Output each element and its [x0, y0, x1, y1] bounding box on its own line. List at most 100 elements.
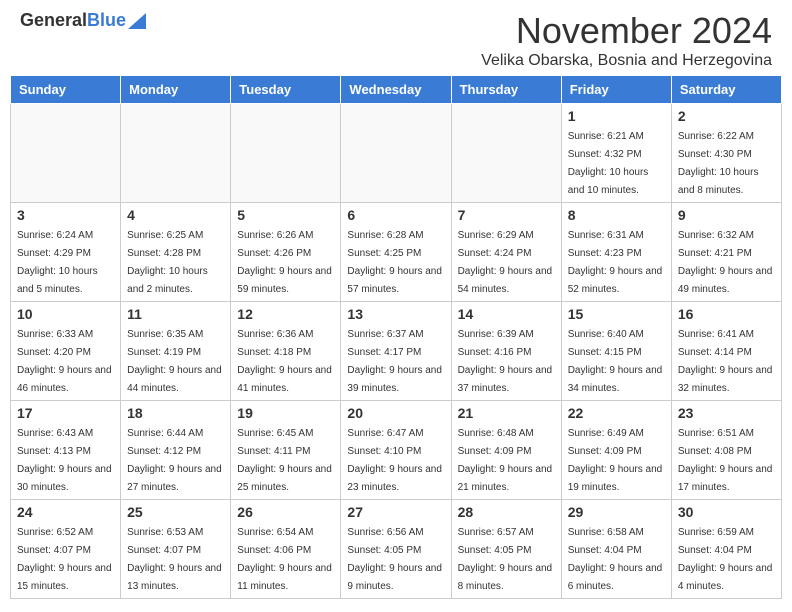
calendar-row-3: 17 Sunrise: 6:43 AM Sunset: 4:13 PM Dayli…: [11, 401, 782, 500]
day-number: 16: [678, 306, 775, 322]
col-tuesday: Tuesday: [231, 76, 341, 104]
day-number: 3: [17, 207, 114, 223]
calendar-table: Sunday Monday Tuesday Wednesday Thursday…: [10, 75, 782, 599]
calendar-cell: [231, 104, 341, 203]
calendar-cell: 5 Sunrise: 6:26 AM Sunset: 4:26 PM Daylig…: [231, 203, 341, 302]
calendar-row-2: 10Sunrise: 6:33 AM Sunset: 4:20 PM Dayli…: [11, 302, 782, 401]
logo-general-text: General: [20, 10, 87, 31]
day-number: 8: [568, 207, 665, 223]
day-number: 18: [127, 405, 224, 421]
calendar-cell: 23 Sunrise: 6:51 AM Sunset: 4:08 PM Dayli…: [671, 401, 781, 500]
day-number: 29: [568, 504, 665, 520]
calendar-cell: 13 Sunrise: 6:37 AM Sunset: 4:17 PM Dayli…: [341, 302, 451, 401]
header: General Blue November 2024 Velika Obarsk…: [0, 0, 792, 75]
calendar-wrapper: Sunday Monday Tuesday Wednesday Thursday…: [0, 75, 792, 609]
day-info: Sunrise: 6:49 AM Sunset: 4:09 PM Dayligh…: [568, 428, 663, 493]
col-monday: Monday: [121, 76, 231, 104]
day-number: 24: [17, 504, 114, 520]
day-number: 28: [458, 504, 555, 520]
day-number: 15: [568, 306, 665, 322]
day-info: Sunrise: 6:40 AM Sunset: 4:15 PM Dayligh…: [568, 329, 663, 394]
day-info: Sunrise: 6:48 AM Sunset: 4:09 PM Dayligh…: [458, 428, 553, 493]
calendar-cell: 16 Sunrise: 6:41 AM Sunset: 4:14 PM Dayli…: [671, 302, 781, 401]
calendar-row-4: 24Sunrise: 6:52 AM Sunset: 4:07 PM Dayli…: [11, 500, 782, 599]
day-number: 21: [458, 405, 555, 421]
day-number: 22: [568, 405, 665, 421]
day-info: Sunrise: 6:37 AM Sunset: 4:17 PM Dayligh…: [347, 329, 442, 394]
calendar-cell: 12 Sunrise: 6:36 AM Sunset: 4:18 PM Dayli…: [231, 302, 341, 401]
calendar-cell: 27Sunrise: 6:56 AM Sunset: 4:05 PM Dayli…: [341, 500, 451, 599]
col-friday: Friday: [561, 76, 671, 104]
day-number: 13: [347, 306, 444, 322]
calendar-cell: 20Sunrise: 6:47 AM Sunset: 4:10 PM Dayli…: [341, 401, 451, 500]
day-info: Sunrise: 6:25 AM Sunset: 4:28 PM Dayligh…: [127, 230, 208, 295]
day-number: 11: [127, 306, 224, 322]
day-number: 30: [678, 504, 775, 520]
day-info: Sunrise: 6:54 AM Sunset: 4:06 PM Dayligh…: [237, 527, 332, 592]
calendar-header-row: Sunday Monday Tuesday Wednesday Thursday…: [11, 76, 782, 104]
day-number: 7: [458, 207, 555, 223]
calendar-cell: 26 Sunrise: 6:54 AM Sunset: 4:06 PM Dayli…: [231, 500, 341, 599]
calendar-cell: [11, 104, 121, 203]
calendar-cell: 2 Sunrise: 6:22 AM Sunset: 4:30 PM Daylig…: [671, 104, 781, 203]
location: Velika Obarska, Bosnia and Herzegovina: [481, 52, 772, 70]
day-number: 12: [237, 306, 334, 322]
logo: General Blue: [20, 10, 146, 31]
day-info: Sunrise: 6:41 AM Sunset: 4:14 PM Dayligh…: [678, 329, 773, 394]
calendar-cell: 7Sunrise: 6:29 AM Sunset: 4:24 PM Daylig…: [451, 203, 561, 302]
day-number: 5: [237, 207, 334, 223]
day-info: Sunrise: 6:28 AM Sunset: 4:25 PM Dayligh…: [347, 230, 442, 295]
calendar-cell: 17 Sunrise: 6:43 AM Sunset: 4:13 PM Dayli…: [11, 401, 121, 500]
day-number: 17: [17, 405, 114, 421]
calendar-cell: 29Sunrise: 6:58 AM Sunset: 4:04 PM Dayli…: [561, 500, 671, 599]
col-sunday: Sunday: [11, 76, 121, 104]
day-info: Sunrise: 6:51 AM Sunset: 4:08 PM Dayligh…: [678, 428, 773, 493]
calendar-cell: [451, 104, 561, 203]
col-wednesday: Wednesday: [341, 76, 451, 104]
day-number: 27: [347, 504, 444, 520]
day-number: 1: [568, 108, 665, 124]
calendar-cell: 8 Sunrise: 6:31 AM Sunset: 4:23 PM Daylig…: [561, 203, 671, 302]
day-info: Sunrise: 6:26 AM Sunset: 4:26 PM Dayligh…: [237, 230, 332, 295]
calendar-cell: 30Sunrise: 6:59 AM Sunset: 4:04 PM Dayli…: [671, 500, 781, 599]
calendar-row-0: 1Sunrise: 6:21 AM Sunset: 4:32 PM Daylig…: [11, 104, 782, 203]
calendar-cell: 3 Sunrise: 6:24 AM Sunset: 4:29 PM Daylig…: [11, 203, 121, 302]
day-number: 4: [127, 207, 224, 223]
calendar-cell: 11 Sunrise: 6:35 AM Sunset: 4:19 PM Dayli…: [121, 302, 231, 401]
day-info: Sunrise: 6:32 AM Sunset: 4:21 PM Dayligh…: [678, 230, 773, 295]
calendar-cell: 1Sunrise: 6:21 AM Sunset: 4:32 PM Daylig…: [561, 104, 671, 203]
col-saturday: Saturday: [671, 76, 781, 104]
calendar-cell: 22 Sunrise: 6:49 AM Sunset: 4:09 PM Dayli…: [561, 401, 671, 500]
day-info: Sunrise: 6:39 AM Sunset: 4:16 PM Dayligh…: [458, 329, 553, 394]
calendar-cell: 24Sunrise: 6:52 AM Sunset: 4:07 PM Dayli…: [11, 500, 121, 599]
col-thursday: Thursday: [451, 76, 561, 104]
day-number: 9: [678, 207, 775, 223]
calendar-cell: 25Sunrise: 6:53 AM Sunset: 4:07 PM Dayli…: [121, 500, 231, 599]
calendar-cell: 21 Sunrise: 6:48 AM Sunset: 4:09 PM Dayli…: [451, 401, 561, 500]
day-info: Sunrise: 6:44 AM Sunset: 4:12 PM Dayligh…: [127, 428, 222, 493]
day-number: 19: [237, 405, 334, 421]
day-info: Sunrise: 6:53 AM Sunset: 4:07 PM Dayligh…: [127, 527, 222, 592]
calendar-cell: 19Sunrise: 6:45 AM Sunset: 4:11 PM Dayli…: [231, 401, 341, 500]
title-block: November 2024 Velika Obarska, Bosnia and…: [481, 10, 772, 70]
day-info: Sunrise: 6:22 AM Sunset: 4:30 PM Dayligh…: [678, 131, 759, 196]
logo-icon: [128, 11, 146, 29]
day-info: Sunrise: 6:31 AM Sunset: 4:23 PM Dayligh…: [568, 230, 663, 295]
day-info: Sunrise: 6:57 AM Sunset: 4:05 PM Dayligh…: [458, 527, 553, 592]
day-number: 10: [17, 306, 114, 322]
calendar-cell: [341, 104, 451, 203]
calendar-cell: 10Sunrise: 6:33 AM Sunset: 4:20 PM Dayli…: [11, 302, 121, 401]
calendar-cell: [121, 104, 231, 203]
day-number: 23: [678, 405, 775, 421]
calendar-cell: 15 Sunrise: 6:40 AM Sunset: 4:15 PM Dayli…: [561, 302, 671, 401]
day-info: Sunrise: 6:43 AM Sunset: 4:13 PM Dayligh…: [17, 428, 112, 493]
day-number: 2: [678, 108, 775, 124]
day-info: Sunrise: 6:36 AM Sunset: 4:18 PM Dayligh…: [237, 329, 332, 394]
day-number: 26: [237, 504, 334, 520]
calendar-cell: 6Sunrise: 6:28 AM Sunset: 4:25 PM Daylig…: [341, 203, 451, 302]
month-title: November 2024: [481, 10, 772, 52]
day-info: Sunrise: 6:35 AM Sunset: 4:19 PM Dayligh…: [127, 329, 222, 394]
day-number: 14: [458, 306, 555, 322]
day-info: Sunrise: 6:24 AM Sunset: 4:29 PM Dayligh…: [17, 230, 98, 295]
logo-blue-text: Blue: [87, 10, 126, 31]
